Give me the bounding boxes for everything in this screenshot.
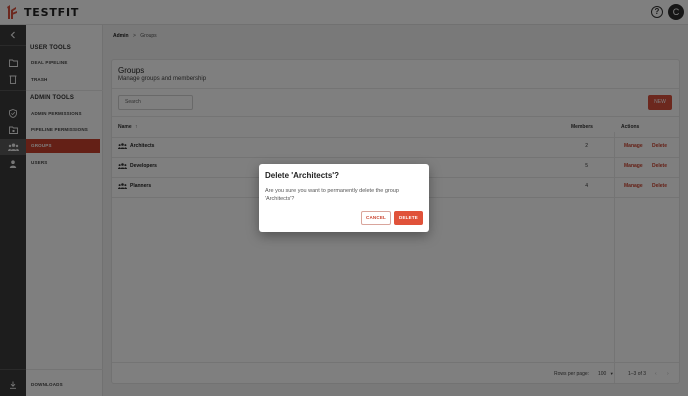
dialog-title: Delete 'Architects'? xyxy=(265,171,340,180)
delete-group-dialog: Delete 'Architects'? Are you sure you wa… xyxy=(259,164,429,232)
confirm-delete-button[interactable]: DELETE xyxy=(394,211,423,225)
dialog-message: Are you sure you want to permanently del… xyxy=(265,188,399,202)
cancel-button[interactable]: CANCEL xyxy=(361,211,391,225)
